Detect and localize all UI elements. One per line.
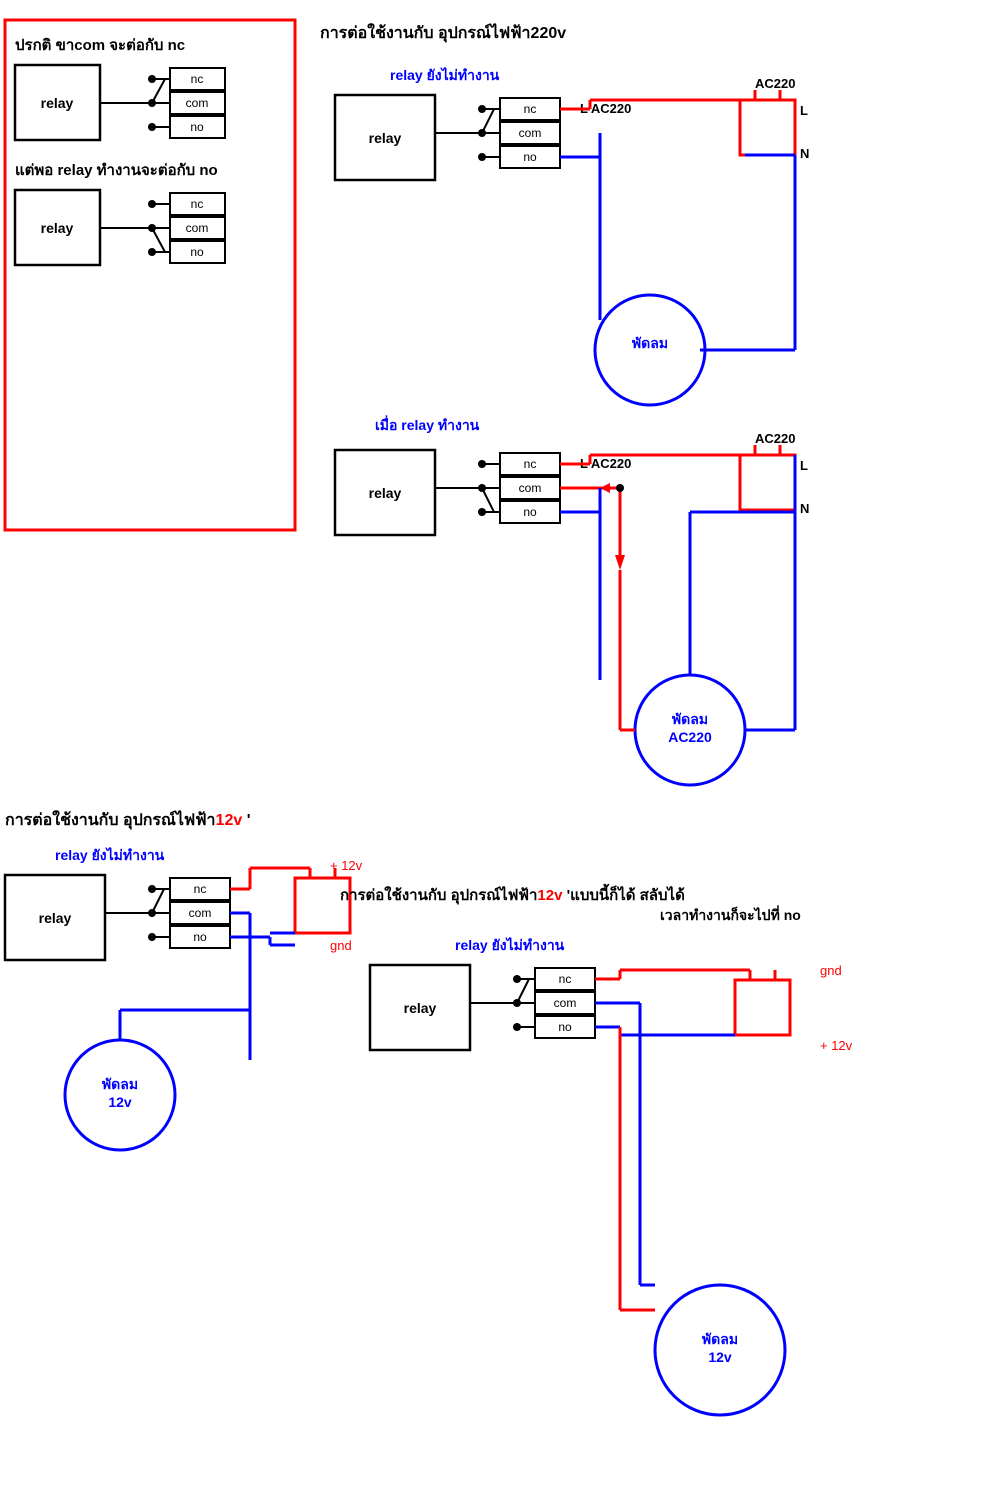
svg-text:AC220: AC220	[668, 729, 712, 745]
svg-text:relay ยังไม่ทำงาน: relay ยังไม่ทำงาน	[55, 846, 165, 863]
svg-text:com: com	[519, 126, 542, 140]
svg-text:com: com	[186, 221, 209, 235]
svg-text:no: no	[190, 120, 204, 134]
intro-normal-title: ปรกติ ขาcom จะต่อกับ nc	[15, 36, 185, 54]
svg-text:com: com	[554, 996, 577, 1010]
svg-text:เมื่อ relay ทำงาน: เมื่อ relay ทำงาน	[375, 415, 480, 433]
svg-text:nc: nc	[191, 197, 204, 211]
svg-text:พัดลม: พัดลม	[672, 711, 708, 727]
svg-text:relay: relay	[369, 485, 402, 501]
svg-text:L: L	[800, 458, 808, 473]
svg-text:relay: relay	[369, 130, 402, 146]
svg-text:12v: 12v	[708, 1349, 732, 1365]
svg-text:com: com	[186, 96, 209, 110]
svg-text:+ 12v: + 12v	[820, 1038, 853, 1053]
svg-text:no: no	[558, 1020, 572, 1034]
svg-text:com: com	[189, 906, 212, 920]
svg-text:relay: relay	[41, 220, 74, 236]
svg-text:พัดลม: พัดลม	[102, 1076, 138, 1092]
svg-text:แต่พอ relay ทำงานจะต่อกับ no: แต่พอ relay ทำงานจะต่อกับ no	[15, 162, 218, 179]
svg-text:พัดลม: พัดลม	[702, 1331, 738, 1347]
svg-text:L AC220: L AC220	[580, 101, 631, 116]
svg-text:L: L	[800, 103, 808, 118]
svg-text:com: com	[519, 481, 542, 495]
svg-text:no: no	[190, 245, 204, 259]
svg-text:relay: relay	[39, 910, 72, 926]
svg-text:L AC220: L AC220	[580, 456, 631, 471]
svg-text:AC220: AC220	[755, 76, 795, 91]
svg-text:gnd: gnd	[330, 938, 352, 953]
svg-text:nc: nc	[524, 102, 537, 116]
svg-text:N: N	[800, 146, 809, 161]
svg-text:no: no	[523, 505, 537, 519]
svg-text:AC220: AC220	[755, 431, 795, 446]
svg-text:nc: nc	[559, 972, 572, 986]
svg-text:เวลาทำงานก็จะไปที่ no: เวลาทำงานก็จะไปที่ no	[660, 905, 801, 923]
svg-text:gnd: gnd	[820, 963, 842, 978]
svg-text:nc: nc	[191, 72, 204, 86]
svg-text:no: no	[523, 150, 537, 164]
svg-text:+ 12v: + 12v	[330, 858, 363, 873]
page-container: ปรกติ ขาcom จะต่อกับ nc relay nc com no …	[0, 0, 988, 1500]
svg-text:การต่อใช้งานกับ อุปกรณ์ไฟฟ้า1: การต่อใช้งานกับ อุปกรณ์ไฟฟ้า12v 'แบบนี้ก…	[340, 883, 685, 905]
svg-text:nc: nc	[524, 457, 537, 471]
svg-text:12v: 12v	[108, 1094, 132, 1110]
svg-text:relay: relay	[404, 1000, 437, 1016]
svg-text:nc: nc	[194, 882, 207, 896]
svg-text:no: no	[193, 930, 207, 944]
svg-text:relay: relay	[41, 95, 74, 111]
svg-text:N: N	[800, 501, 809, 516]
svg-text:relay ยังไม่ทำงาน: relay ยังไม่ทำงาน	[390, 66, 500, 83]
svg-text:relay ยังไม่ทำงาน: relay ยังไม่ทำงาน	[455, 936, 565, 953]
svg-text:การต่อใช้งานกับ อุปกรณ์ไฟฟ้า1: การต่อใช้งานกับ อุปกรณ์ไฟฟ้า12v '	[5, 810, 251, 830]
svg-text:การต่อใช้งานกับ อุปกรณ์ไฟฟ้า2: การต่อใช้งานกับ อุปกรณ์ไฟฟ้า220v	[320, 23, 566, 43]
svg-text:พัดลม: พัดลม	[632, 335, 668, 351]
